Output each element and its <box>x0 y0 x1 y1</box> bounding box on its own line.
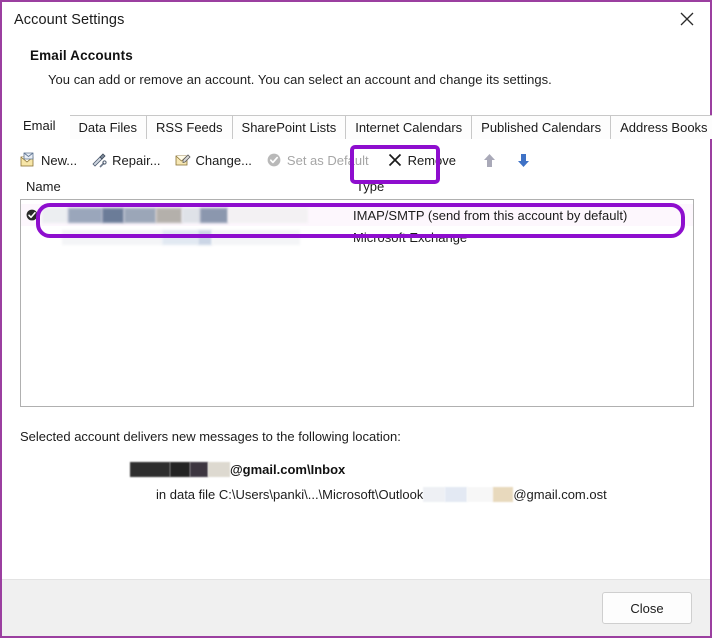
change-account-button[interactable]: Change... <box>173 149 258 171</box>
repair-account-button[interactable]: Repair... <box>89 149 166 171</box>
tab-label: RSS Feeds <box>156 120 223 135</box>
set-as-default-button: Set as Default <box>264 149 375 171</box>
accounts-toolbar: New... Repair... Change... Set as Defaul… <box>2 143 710 184</box>
mailbox-name-redacted <box>170 461 190 477</box>
tab-rss-feeds[interactable]: RSS Feeds <box>146 115 233 139</box>
button-label: Change... <box>195 152 252 168</box>
layout-spacer <box>2 502 710 579</box>
accounts-list-header: Name Type <box>20 179 694 199</box>
table-row[interactable]: Microsoft Exchange <box>21 226 693 248</box>
button-label: Repair... <box>112 152 161 168</box>
mailbox-name-redacted <box>130 461 170 477</box>
arrow-up-icon <box>483 153 495 167</box>
tab-address-books[interactable]: Address Books <box>610 115 712 139</box>
tab-label: Published Calendars <box>481 120 602 135</box>
tab-published-calendars[interactable]: Published Calendars <box>471 115 612 139</box>
tab-label: SharePoint Lists <box>241 120 337 135</box>
tab-sharepoint-lists[interactable]: SharePoint Lists <box>231 115 347 139</box>
data-file-suffix: @gmail.com.ost <box>513 486 607 502</box>
data-file-redacted <box>445 486 468 502</box>
close-button[interactable]: Close <box>602 592 692 624</box>
set-default-check-icon <box>267 153 281 167</box>
tab-data-files[interactable]: Data Files <box>68 115 148 139</box>
default-account-check-icon <box>26 209 38 221</box>
mailbox-name-redacted <box>208 461 230 477</box>
table-row[interactable]: IMAP/SMTP (send from this account by def… <box>21 204 693 226</box>
data-file-prefix: in data file C:\Users\panki\...\Microsof… <box>156 486 424 502</box>
window-title: Account Settings <box>14 12 125 28</box>
mailbox-suffix: @gmail.com\Inbox <box>230 461 346 477</box>
account-name-redacted <box>42 229 353 245</box>
arrow-down-icon <box>517 153 529 167</box>
move-down-button[interactable] <box>512 149 534 171</box>
close-x-icon <box>680 12 694 26</box>
account-settings-dialog: Account Settings Email Accounts You can … <box>0 0 712 638</box>
account-type: Microsoft Exchange <box>353 229 468 245</box>
new-mail-icon <box>20 152 34 167</box>
repair-tools-icon <box>92 153 107 168</box>
title-bar: Account Settings <box>2 2 710 38</box>
remove-x-icon <box>388 153 401 167</box>
column-header-name: Name <box>26 179 61 194</box>
account-type: IMAP/SMTP (send from this account by def… <box>353 207 628 223</box>
move-up-button <box>478 149 500 171</box>
tab-label: Address Books <box>620 120 708 135</box>
tab-email[interactable]: Email <box>12 113 70 139</box>
data-file-redacted <box>493 486 514 502</box>
delivery-location-label: Selected account delivers new messages t… <box>20 429 401 444</box>
tab-internet-calendars[interactable]: Internet Calendars <box>345 115 473 139</box>
button-label: Set as Default <box>286 152 369 168</box>
page-description: You can add or remove an account. You ca… <box>48 72 552 87</box>
accounts-list-region: Name Type IMAP/SMTP (send from this acco… <box>20 179 694 407</box>
header-block: Email Accounts You can add or remove an … <box>2 38 710 87</box>
tab-label: Internet Calendars <box>355 120 463 135</box>
close-window-button[interactable] <box>664 2 710 36</box>
data-file-redacted <box>423 486 446 502</box>
column-header-type: Type <box>356 179 385 194</box>
remove-account-button[interactable]: Remove <box>385 149 462 171</box>
account-name-redacted <box>42 207 353 223</box>
button-label: Remove <box>407 152 456 168</box>
button-label: New... <box>41 152 78 168</box>
tab-label: Data Files <box>78 120 138 135</box>
dialog-footer: Close <box>2 579 710 636</box>
change-account-icon <box>175 154 191 166</box>
delivery-location-block: Selected account delivers new messages t… <box>20 429 710 502</box>
tab-label: Email <box>23 118 56 133</box>
page-title: Email Accounts <box>30 48 133 63</box>
new-account-button[interactable]: New... <box>18 149 83 171</box>
tab-strip: Email Data Files RSS Feeds SharePoint Li… <box>12 113 712 139</box>
delivery-mailbox-path: @gmail.com\Inbox <box>130 461 710 477</box>
accounts-list-box[interactable]: IMAP/SMTP (send from this account by def… <box>20 199 694 407</box>
data-file-redacted <box>467 486 494 502</box>
mailbox-name-redacted <box>190 461 208 477</box>
delivery-data-file-path: in data file C:\Users\panki\...\Microsof… <box>156 486 710 502</box>
